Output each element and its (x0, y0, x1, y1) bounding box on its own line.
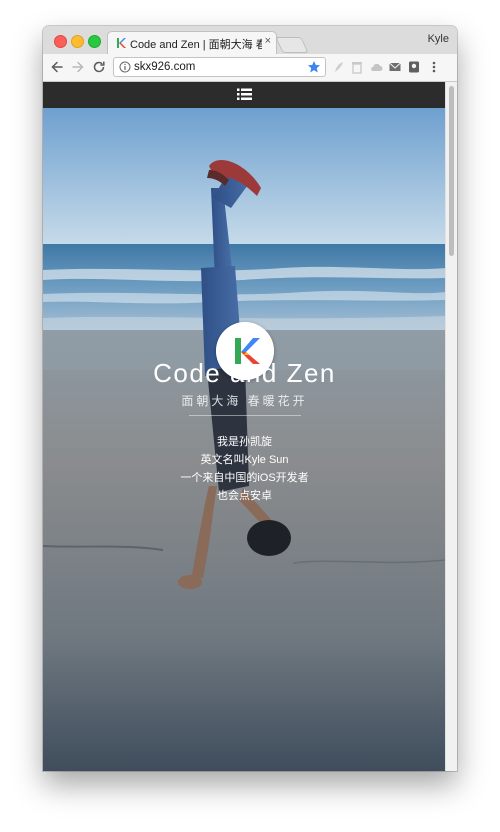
close-window-button[interactable] (54, 35, 67, 48)
forward-arrow-icon[interactable] (70, 59, 86, 75)
browser-toolbar: skx926.com (43, 54, 457, 82)
extension-mail-icon[interactable] (388, 60, 402, 74)
extension-shield-icon[interactable] (407, 60, 421, 74)
favicon-k-icon (117, 38, 126, 48)
maximize-window-button[interactable] (88, 35, 101, 48)
extension-cloud-icon[interactable] (369, 60, 383, 74)
site-subtitle: 面朝大海 春暖花开 (181, 394, 308, 408)
hamburger-menu-icon[interactable] (237, 88, 252, 101)
browser-window: Code and Zen | 面朝大海 春暖花开 × Kyle skx926.c… (43, 26, 457, 771)
profile-name[interactable]: Kyle (428, 33, 449, 45)
bookmark-star-icon[interactable] (307, 60, 321, 74)
browser-tab[interactable]: Code and Zen | 面朝大海 春暖花开 × (107, 31, 277, 55)
web-page: Code and Zen 面朝大海 春暖花开 我是孙凯旋 英文名叫Kyle Su… (43, 82, 446, 771)
address-bar[interactable]: skx926.com (113, 57, 326, 77)
scrollbar-thumb[interactable] (449, 86, 454, 256)
tab-close-icon[interactable]: × (265, 35, 271, 47)
title-divider (189, 415, 301, 416)
url-text[interactable]: skx926.com (134, 61, 195, 73)
bio-line: 一个来自中国的iOS开发者 (180, 472, 309, 484)
site-nav-bar (43, 82, 446, 108)
title-bar: Code and Zen | 面朝大海 春暖花开 × Kyle (43, 26, 457, 55)
more-menu-icon[interactable] (427, 60, 441, 74)
site-title: Code and Zen (153, 358, 336, 388)
reload-icon[interactable] (91, 59, 107, 75)
page-scrollbar[interactable] (445, 82, 457, 771)
new-tab-button[interactable] (275, 37, 309, 53)
extension-trash-icon[interactable] (350, 60, 364, 74)
back-arrow-icon[interactable] (49, 59, 65, 75)
extension-feather-icon[interactable] (332, 60, 346, 74)
bio-line: 也会点安卓 (217, 490, 272, 502)
bio-line: 英文名叫Kyle Sun (200, 454, 289, 466)
info-icon[interactable] (119, 61, 131, 73)
bio-line: 我是孙凯旋 (217, 436, 272, 448)
bio-block: 我是孙凯旋 英文名叫Kyle Sun 一个来自中国的iOS开发者 也会点安卓 (43, 433, 446, 505)
tab-title: Code and Zen | 面朝大海 春暖花开 (130, 39, 262, 51)
minimize-window-button[interactable] (71, 35, 84, 48)
